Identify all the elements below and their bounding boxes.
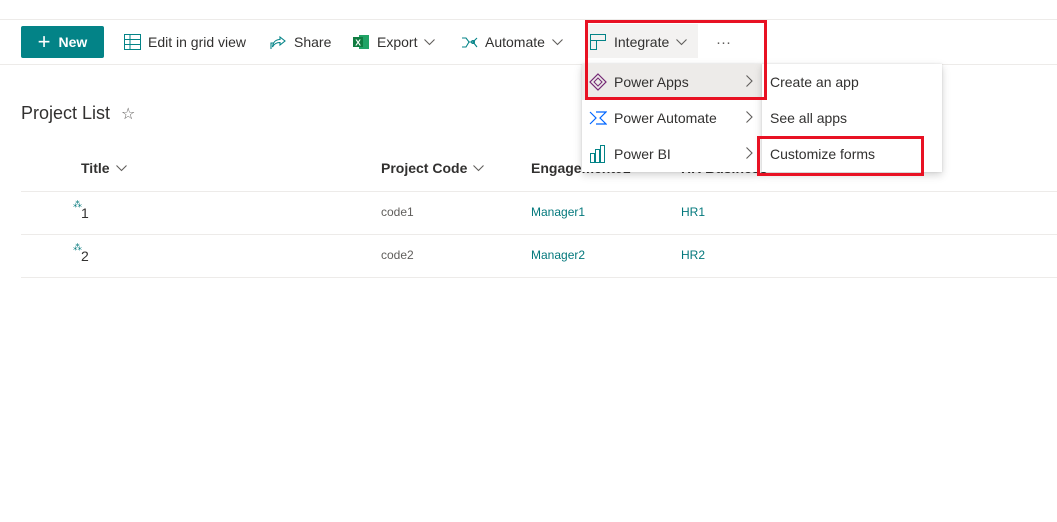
edit-in-grid-view-button[interactable]: Edit in grid view xyxy=(123,26,246,58)
share-label: Share xyxy=(294,34,332,50)
export-label: Export xyxy=(377,34,418,50)
menu-item-power-automate[interactable]: Power Automate xyxy=(582,100,762,136)
column-header-label: Title xyxy=(81,160,110,176)
automate-button[interactable]: Automate xyxy=(460,26,563,58)
chevron-down-icon xyxy=(552,38,563,46)
plus-icon: + xyxy=(37,29,51,54)
chevron-right-icon xyxy=(746,147,753,159)
page-title: Project List xyxy=(21,103,111,123)
cell-title[interactable]: 1 xyxy=(81,205,89,221)
top-border xyxy=(0,19,1057,20)
share-button[interactable]: Share xyxy=(269,26,331,58)
submenu-item-label: Create an app xyxy=(770,74,859,90)
cell-engagement[interactable]: Manager2 xyxy=(531,248,585,262)
edit-in-grid-view-label: Edit in grid view xyxy=(148,34,247,50)
share-icon xyxy=(269,33,287,51)
svg-text:X: X xyxy=(355,37,361,47)
submenu-item-see-all-apps[interactable]: See all apps xyxy=(762,100,950,136)
new-button-label: New xyxy=(58,34,88,50)
export-button[interactable]: X Export xyxy=(352,26,436,58)
chevron-down-icon xyxy=(473,164,485,172)
cell-title[interactable]: 2 xyxy=(81,248,89,264)
automate-label: Automate xyxy=(485,34,545,50)
row-divider xyxy=(21,277,1057,278)
chevron-down-icon xyxy=(115,164,127,172)
new-button[interactable]: + New xyxy=(21,26,104,58)
cell-project-code: code1 xyxy=(381,205,414,219)
header-divider xyxy=(21,191,1057,192)
excel-icon: X xyxy=(352,33,370,51)
cell-engagement[interactable]: Manager1 xyxy=(531,205,585,219)
cell-hr-business[interactable]: HR2 xyxy=(681,248,705,262)
submenu-item-create-an-app[interactable]: Create an app xyxy=(762,64,950,100)
menu-item-power-bi[interactable]: Power BI xyxy=(582,136,762,172)
cell-project-code: code2 xyxy=(381,248,414,262)
chevron-right-icon xyxy=(746,111,753,123)
submenu-item-label: See all apps xyxy=(770,110,848,126)
annotation-box-customize-forms xyxy=(757,136,924,176)
chevron-down-icon xyxy=(424,38,436,46)
cell-hr-business[interactable]: HR1 xyxy=(681,205,705,219)
menu-item-label: Power Automate xyxy=(614,110,717,126)
power-bi-icon xyxy=(588,144,608,164)
annotation-box-integrate-power-apps xyxy=(585,20,767,100)
column-header-label: Project Code xyxy=(381,160,468,176)
row-divider xyxy=(21,234,1057,235)
grid-icon xyxy=(123,33,141,51)
menu-item-label: Power BI xyxy=(614,146,671,162)
star-icon[interactable]: ☆ xyxy=(121,104,135,124)
column-header-title[interactable]: Title xyxy=(81,160,127,176)
automate-icon xyxy=(460,33,478,51)
power-automate-icon xyxy=(588,108,608,128)
column-header-project-code[interactable]: Project Code xyxy=(381,160,485,176)
